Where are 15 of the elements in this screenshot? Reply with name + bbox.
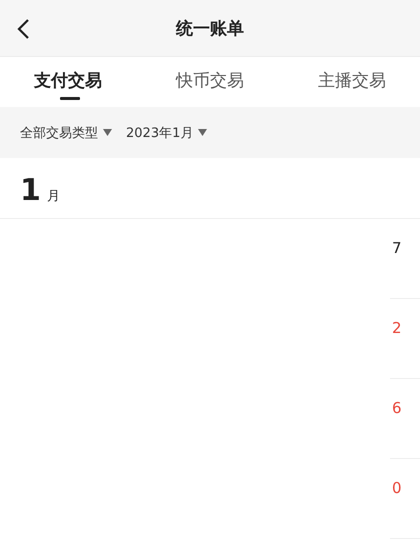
back-icon <box>16 18 30 40</box>
filter-dropdown[interactable]: 全部交易类型 <box>20 124 112 142</box>
amount-text: 7 <box>392 238 403 259</box>
tab[interactable]: 主播交易 <box>318 62 386 102</box>
amount-text: 0 <box>392 478 403 499</box>
tab[interactable]: 支付交易 <box>34 62 102 102</box>
filter-dropdown[interactable]: 2023年1月 <box>126 124 208 142</box>
month-unit: 月 <box>46 189 60 205</box>
caret-icon <box>103 129 112 136</box>
amount-text: 2 <box>392 318 403 339</box>
tab[interactable]: 快币交易 <box>176 62 244 102</box>
caret-icon <box>198 129 208 136</box>
month-number: 1 <box>20 176 41 206</box>
page-title: 统一账单 <box>176 18 244 40</box>
amount-text: 6 <box>392 398 403 419</box>
